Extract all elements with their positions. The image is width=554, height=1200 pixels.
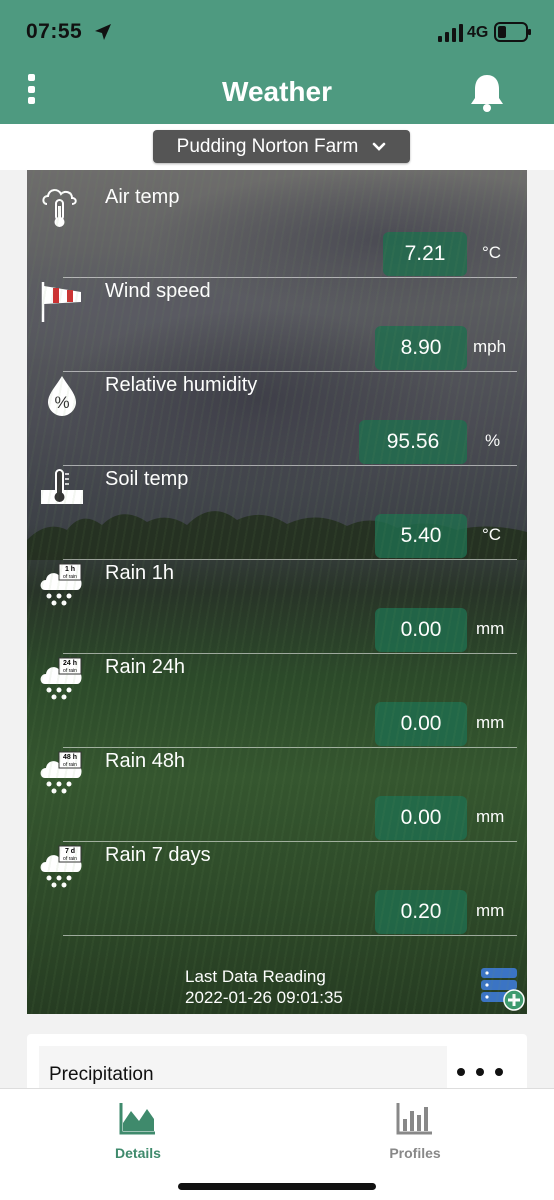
svg-text:of rain: of rain bbox=[63, 762, 77, 768]
windsock-icon bbox=[41, 282, 81, 322]
tab-label: Profiles bbox=[389, 1145, 441, 1161]
farm-select-value: Pudding Norton Farm bbox=[176, 135, 359, 157]
cloud-thermometer-icon bbox=[42, 189, 77, 227]
home-indicator bbox=[178, 1183, 376, 1190]
soil-thermometer-icon bbox=[41, 469, 83, 504]
rain-cloud-icon: 7 d of rain bbox=[40, 845, 82, 888]
location-arrow-icon bbox=[95, 24, 111, 40]
bottom-nav: Details Profiles bbox=[0, 1088, 554, 1200]
last-data-reading: Last Data Reading 2022-01-26 09:01:35 bbox=[185, 966, 343, 1008]
reading-row-relative-humidity: % Relative humidity 95.56 % bbox=[27, 358, 527, 466]
chevron-down-icon bbox=[373, 142, 386, 151]
reading-unit: mm bbox=[476, 619, 505, 638]
svg-text:1 h: 1 h bbox=[65, 566, 75, 573]
precipitation-card: Precipitation bbox=[27, 1034, 527, 1094]
reading-unit: mm bbox=[476, 713, 505, 732]
reading-row-soil-temp: Soil temp 5.40 °C bbox=[27, 452, 527, 560]
reading-unit: mm bbox=[476, 901, 505, 920]
reading-row-air-temp: Air temp 7.21 °C bbox=[27, 170, 527, 278]
reading-label: Rain 48h bbox=[105, 750, 186, 772]
reading-unit: mm bbox=[476, 807, 505, 826]
svg-text:of rain: of rain bbox=[63, 574, 77, 580]
status-bar: 07:55 4G bbox=[0, 0, 554, 66]
bell-icon[interactable] bbox=[468, 72, 506, 114]
signal-icon bbox=[438, 24, 463, 42]
svg-text:7 d: 7 d bbox=[65, 848, 75, 855]
reading-unit: % bbox=[485, 431, 501, 450]
reading-row-rain-48h: 48 h of rain Rain 48h 0.00 mm bbox=[27, 734, 527, 842]
reading-label: Rain 24h bbox=[105, 656, 186, 678]
reading-label: Wind speed bbox=[105, 280, 211, 302]
row-divider bbox=[63, 935, 517, 936]
reading-label: Soil temp bbox=[105, 468, 189, 490]
farm-select-dropdown[interactable]: Pudding Norton Farm bbox=[153, 130, 410, 163]
reading-unit: mph bbox=[473, 337, 507, 356]
more-dots-icon[interactable] bbox=[457, 1062, 503, 1082]
network-type: 4G bbox=[467, 24, 489, 41]
rain-cloud-icon: 1 h of rain bbox=[40, 563, 82, 606]
svg-text:of rain: of rain bbox=[63, 668, 77, 674]
reading-row-rain-7-days: 7 d of rain Rain 7 days 0.20 mm bbox=[27, 828, 527, 936]
reading-row-wind-speed: Wind speed 8.90 mph bbox=[27, 264, 527, 372]
weather-readings-card: Air temp 7.21 °C Wind speed 8.90 mph % R… bbox=[27, 170, 527, 1014]
reading-label: Relative humidity bbox=[105, 374, 258, 396]
database-add-icon[interactable] bbox=[477, 966, 525, 1012]
tab-profiles[interactable]: Profiles bbox=[345, 1097, 485, 1167]
svg-text:48 h: 48 h bbox=[63, 754, 77, 761]
bar-chart-icon bbox=[396, 1103, 432, 1135]
reading-row-rain-24h: 24 h of rain Rain 24h 0.00 mm bbox=[27, 640, 527, 748]
reading-unit: °C bbox=[482, 243, 502, 262]
reading-value: 0.20 bbox=[375, 890, 467, 934]
reading-label: Air temp bbox=[105, 186, 180, 208]
reading-label: Rain 7 days bbox=[105, 844, 211, 866]
area-chart-icon bbox=[119, 1103, 155, 1135]
status-time: 07:55 bbox=[26, 20, 83, 43]
svg-text:%: % bbox=[54, 393, 69, 412]
tab-details[interactable]: Details bbox=[68, 1097, 208, 1167]
reading-row-rain-1h: 1 h of rain Rain 1h 0.00 mm bbox=[27, 546, 527, 654]
top-bar: 07:55 4G Weather bbox=[0, 0, 554, 124]
tab-label: Details bbox=[115, 1145, 161, 1161]
rain-cloud-icon: 24 h of rain bbox=[40, 657, 82, 700]
reading-unit: °C bbox=[482, 525, 502, 544]
humidity-drop-icon: % bbox=[48, 376, 76, 416]
rain-cloud-icon: 48 h of rain bbox=[40, 751, 82, 794]
svg-text:24 h: 24 h bbox=[63, 660, 77, 667]
svg-text:of rain: of rain bbox=[63, 856, 77, 862]
reading-label: Rain 1h bbox=[105, 562, 174, 584]
battery-icon bbox=[494, 22, 531, 42]
last-reading-label: Last Data Reading bbox=[185, 967, 326, 986]
last-reading-timestamp: 2022-01-26 09:01:35 bbox=[185, 988, 343, 1007]
precipitation-title: Precipitation bbox=[49, 1064, 154, 1085]
